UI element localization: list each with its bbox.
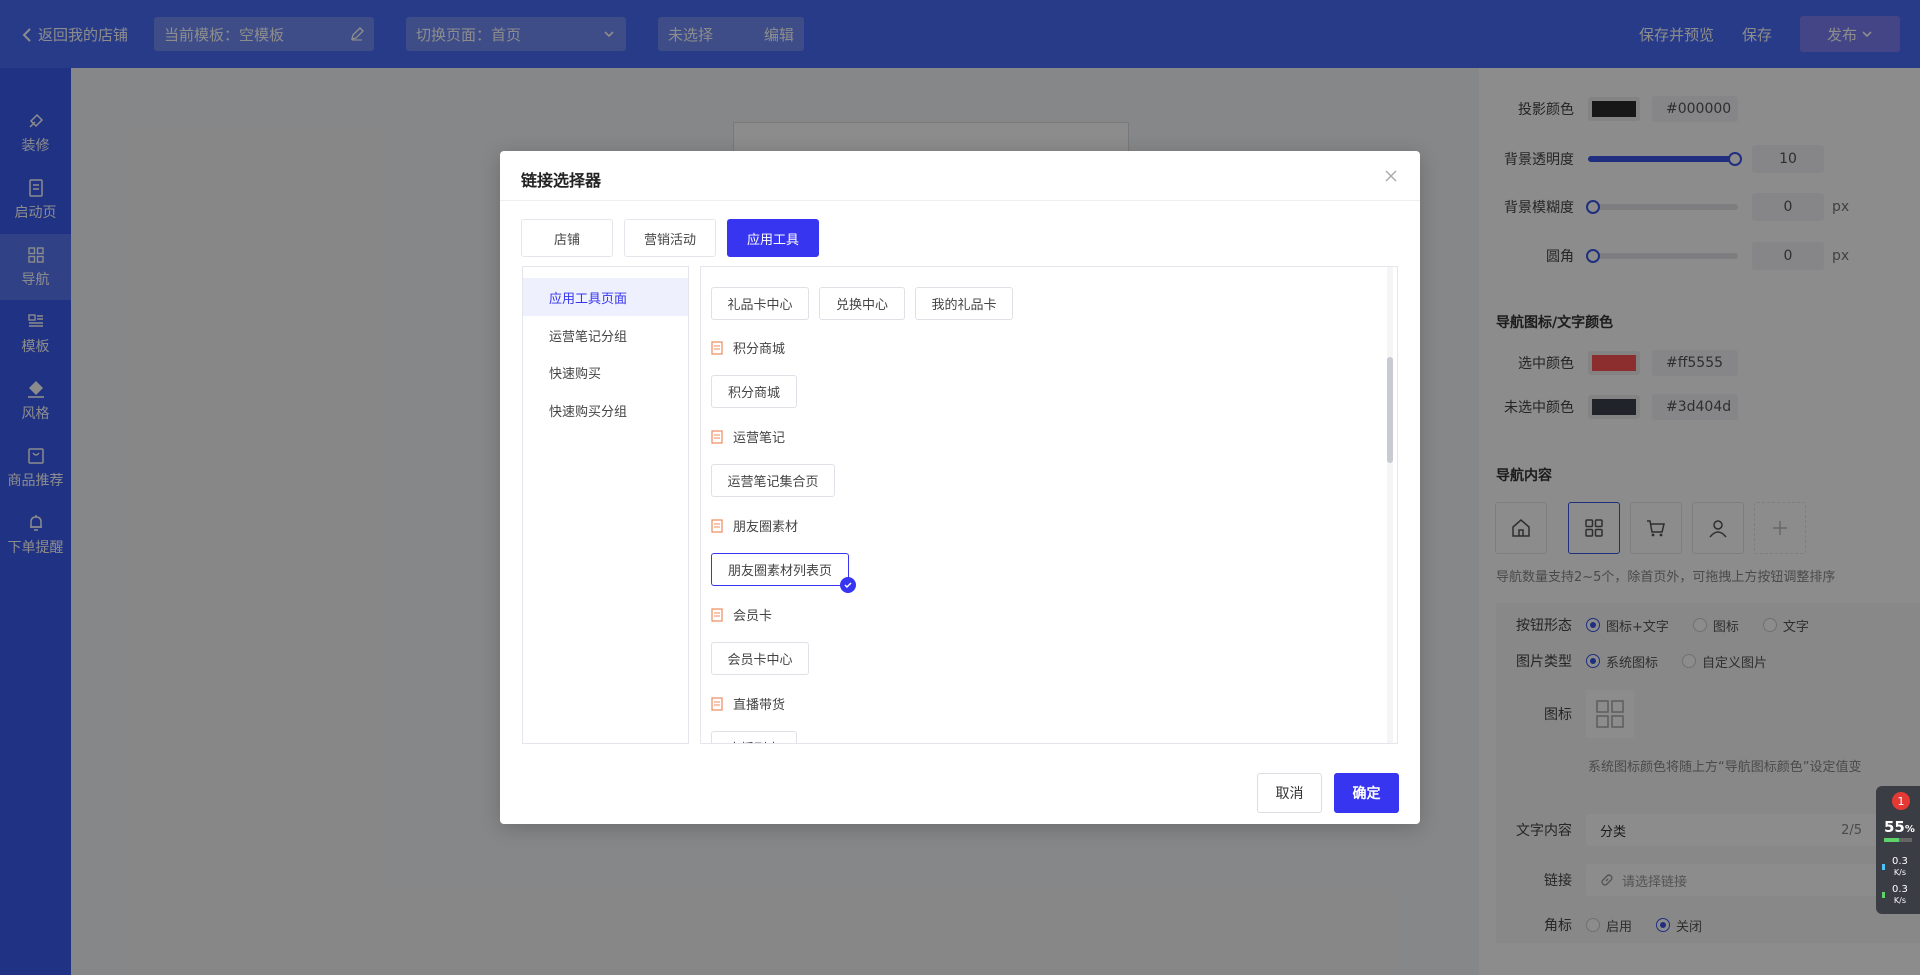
speed-unit: K/s <box>1893 868 1906 877</box>
link-chip[interactable]: 积分商城 <box>711 375 797 408</box>
usage-bar-fill <box>1884 838 1900 842</box>
close-icon[interactable] <box>1384 169 1398 183</box>
category-quick-buy[interactable]: 快速购买 <box>523 353 688 391</box>
usage-unit: % <box>1904 824 1915 835</box>
group-title: 会员卡 <box>733 609 773 624</box>
page-icon <box>711 518 723 533</box>
check-icon <box>840 577 856 593</box>
tab-marketing[interactable]: 营销活动 <box>624 219 716 257</box>
usage-bar <box>1884 838 1912 842</box>
tab-store[interactable]: 店铺 <box>521 219 613 257</box>
download-speed: 0.3 K/s <box>1892 884 1908 906</box>
chip-label: 朋友圈素材列表页 <box>727 564 832 579</box>
link-chip-selected[interactable]: 朋友圈素材列表页 <box>711 553 856 593</box>
category-list: 应用工具页面 运营笔记分组 快速购买 快速购买分组 <box>522 266 689 744</box>
upload-indicator <box>1882 864 1885 870</box>
group-title: 直播带货 <box>733 698 786 713</box>
page-icon <box>711 696 723 711</box>
tab-app-tools[interactable]: 应用工具 <box>727 219 819 257</box>
modal-header: 链接选择器 <box>500 151 1420 201</box>
page-icon <box>711 429 723 444</box>
link-chip[interactable]: 会员卡中心 <box>711 642 809 675</box>
category-quick-buy-group[interactable]: 快速购买分组 <box>523 391 688 429</box>
group-header-live: 直播带货 <box>711 694 785 713</box>
speed-unit: K/s <box>1893 896 1906 905</box>
page-icon <box>711 607 723 622</box>
scrollbar[interactable] <box>1387 267 1393 743</box>
usage-percent: 55% <box>1884 818 1915 836</box>
group-header-member-card: 会员卡 <box>711 605 772 624</box>
download-value: 0.3 <box>1892 884 1908 895</box>
category-app-tool-pages[interactable]: 应用工具页面 <box>523 278 688 316</box>
link-content-panel: 礼品卡中心 兑换中心 我的礼品卡 积分商城 积分商城 运营笔记 运营笔记集合页 … <box>700 266 1398 744</box>
confirm-button[interactable]: 确定 <box>1334 773 1399 813</box>
link-chip[interactable]: 我的礼品卡 <box>915 287 1013 320</box>
usage-value: 55 <box>1884 818 1905 836</box>
link-selector-modal: 链接选择器 店铺 营销活动 应用工具 应用工具页面 运营笔记分组 快速购买 快速… <box>500 151 1420 824</box>
modal-title: 链接选择器 <box>521 171 602 190</box>
download-indicator <box>1882 892 1885 898</box>
link-chip[interactable]: 兑换中心 <box>819 287 905 320</box>
group-title: 积分商城 <box>733 342 786 357</box>
group-title: 运营笔记 <box>733 431 786 446</box>
link-chip[interactable]: 直播列表 <box>711 731 797 743</box>
scroll-thumb[interactable] <box>1387 357 1393 463</box>
link-chip[interactable]: 运营笔记集合页 <box>711 464 835 497</box>
category-notes-group[interactable]: 运营笔记分组 <box>523 316 688 354</box>
page-icon <box>711 340 723 355</box>
upload-value: 0.3 <box>1892 856 1908 867</box>
group-header-moments: 朋友圈素材 <box>711 516 798 535</box>
system-monitor-widget[interactable]: 1 55% 0.3 K/s 0.3 K/s <box>1876 786 1920 914</box>
link-chip[interactable]: 礼品卡中心 <box>711 287 809 320</box>
cancel-button[interactable]: 取消 <box>1257 773 1322 813</box>
group-header-points-mall: 积分商城 <box>711 338 785 357</box>
upload-speed: 0.3 K/s <box>1892 856 1908 878</box>
notification-badge: 1 <box>1892 792 1910 810</box>
group-title: 朋友圈素材 <box>733 520 799 535</box>
group-header-notes: 运营笔记 <box>711 427 785 446</box>
